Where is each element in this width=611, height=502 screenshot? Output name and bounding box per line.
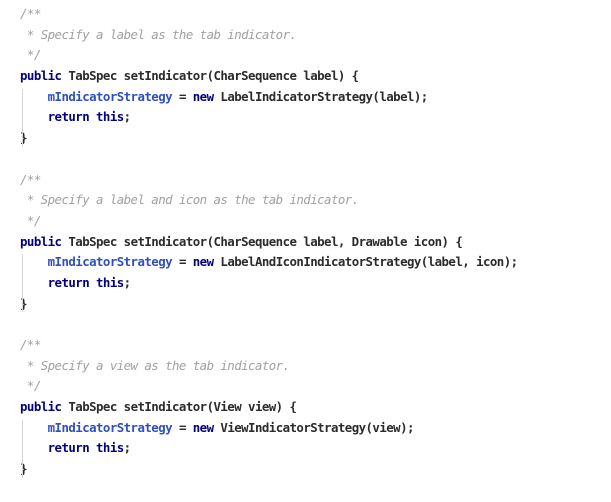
code-token-field: mIndicatorStrategy — [47, 254, 173, 270]
code-line[interactable]: mIndicatorStrategy = new LabelIndicatorS… — [0, 87, 611, 108]
code-line[interactable]: /** — [0, 4, 611, 25]
code-block: /** * Specify a view as the tab indicato… — [0, 335, 611, 480]
indent-guide-line — [22, 419, 23, 478]
code-token-kw: public — [20, 68, 62, 84]
code-token-comment: */ — [20, 212, 41, 228]
code-line[interactable]: } — [0, 128, 611, 149]
code-token-plain: = — [172, 254, 193, 270]
code-token-plain: TabSpec setIndicator(CharSequence label,… — [61, 233, 463, 249]
code-token-kw: return this — [47, 109, 125, 125]
code-line[interactable]: return this; — [0, 273, 611, 294]
code-token-comment: */ — [20, 378, 41, 394]
code-token-plain: ; — [123, 109, 131, 125]
code-line[interactable]: /** — [0, 170, 611, 191]
code-line[interactable]: public TabSpec setIndicator(View view) { — [0, 397, 611, 418]
code-token-field: mIndicatorStrategy — [47, 419, 173, 435]
code-token-kw: new — [192, 419, 214, 435]
code-block: /** * Specify a label and icon as the ta… — [0, 170, 611, 315]
code-token-comment: /** — [20, 171, 41, 187]
code-viewer: /** * Specify a label as the tab indicat… — [0, 0, 611, 502]
code-line[interactable]: */ — [0, 45, 611, 66]
code-token-plain: TabSpec setIndicator(CharSequence label)… — [61, 68, 359, 84]
indent-guide-line — [22, 88, 23, 147]
code-line[interactable]: } — [0, 294, 611, 315]
code-token-plain: = — [172, 88, 193, 104]
code-line[interactable]: mIndicatorStrategy = new ViewIndicatorSt… — [0, 418, 611, 439]
code-token-plain: TabSpec setIndicator(View view) { — [61, 399, 297, 415]
code-token-kw: public — [20, 233, 62, 249]
code-token-field: mIndicatorStrategy — [47, 88, 173, 104]
code-token-kw: public — [20, 399, 62, 415]
code-token-comment: * Specify a view as the tab indicator. — [20, 357, 290, 373]
code-token-plain: = — [172, 419, 193, 435]
code-token-plain: LabelAndIconIndicatorStrategy(label, ico… — [213, 254, 518, 270]
code-token-plain: ; — [123, 440, 131, 456]
code-token-plain: LabelIndicatorStrategy(label); — [213, 88, 428, 104]
code-line[interactable]: * Specify a label as the tab indicator. — [0, 25, 611, 46]
code-token-plain: ViewIndicatorStrategy(view); — [213, 419, 414, 435]
code-token-plain: ; — [123, 274, 131, 290]
code-token-kw: return this — [47, 274, 125, 290]
code-token-comment: * Specify a label as the tab indicator. — [20, 26, 297, 42]
code-line[interactable]: public TabSpec setIndicator(CharSequence… — [0, 232, 611, 253]
code-token-kw: new — [192, 254, 214, 270]
code-line[interactable]: } — [0, 459, 611, 480]
code-token-comment: * Specify a label and icon as the tab in… — [20, 192, 359, 208]
code-token-kw: return this — [47, 440, 125, 456]
code-token-comment: /** — [20, 6, 41, 21]
code-token-kw: new — [192, 88, 214, 104]
code-block: /** * Specify a label as the tab indicat… — [0, 4, 611, 149]
code-line[interactable]: /** — [0, 335, 611, 356]
code-line[interactable]: return this; — [0, 438, 611, 459]
code-line[interactable]: */ — [0, 211, 611, 232]
code-token-comment: */ — [20, 47, 41, 63]
indent-guide-line — [22, 254, 23, 313]
code-token-comment: /** — [20, 337, 41, 352]
code-line[interactable]: mIndicatorStrategy = new LabelAndIconInd… — [0, 252, 611, 273]
code-line[interactable]: public TabSpec setIndicator(CharSequence… — [0, 66, 611, 87]
code-line[interactable]: */ — [0, 376, 611, 397]
code-line[interactable]: return this; — [0, 107, 611, 128]
code-line[interactable]: * Specify a label and icon as the tab in… — [0, 190, 611, 211]
code-line[interactable]: * Specify a view as the tab indicator. — [0, 356, 611, 377]
